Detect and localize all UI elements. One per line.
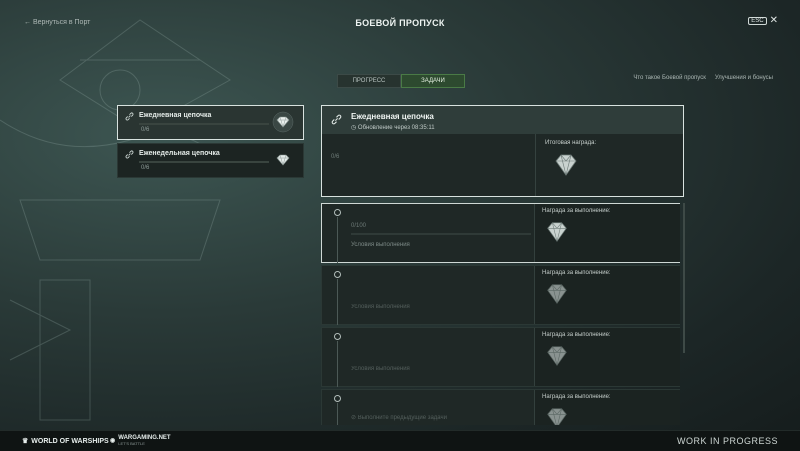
task-item[interactable]: Условия выполнения Награда за выполнение… (321, 327, 680, 387)
chain-progress: 0/6 (141, 165, 150, 171)
info-links: Что такое Боевой пропуск Улучшения и бон… (633, 75, 773, 81)
page-title: БОЕВОЙ ПРОПУСК (355, 18, 445, 28)
close-icon: ✕ (769, 15, 778, 26)
task-reward-label: Награда за выполнение: (542, 208, 611, 214)
upgrades-and-bonuses-link[interactable]: Улучшения и бонусы (715, 75, 773, 81)
task-reward: Награда за выполнение: (534, 328, 680, 386)
wargaming-logo: ◉ WARGAMING.NET LET'S BATTLE (110, 435, 171, 446)
wargaming-emblem-icon: ◉ (110, 438, 116, 444)
close-button[interactable]: ESC ✕ (748, 15, 778, 26)
chain-item-daily[interactable]: Ежедневная цепочка 0/6 (117, 105, 304, 140)
gem-icon[interactable] (552, 150, 580, 180)
link-icon (331, 114, 342, 128)
timeline-connector (337, 279, 338, 325)
task-item[interactable]: Условия выполнения Награда за выполнение… (321, 265, 680, 325)
task-status-dot (334, 271, 341, 278)
tab-bar: ПРОГРЕСС ЗАДАЧИ (337, 74, 465, 88)
chain-detail-title: Ежедневная цепочка (351, 112, 434, 121)
footer: ♛ WORLD OF WARSHIPS ◉ WARGAMING.NET LET'… (0, 430, 800, 451)
refresh-timer-text: Обновление через 08:35:11 (357, 125, 435, 131)
top-bar: ← Вернуться в Порт БОЕВОЙ ПРОПУСК ESC ✕ (0, 0, 800, 44)
task-progress: 0/100 (351, 223, 367, 229)
final-reward: Итоговая награда: (535, 134, 684, 196)
refresh-timer: ◷ Обновление через 08:35:11 (351, 124, 435, 131)
task-status-dot (334, 395, 341, 402)
gem-icon[interactable] (544, 280, 570, 308)
tab-progress[interactable]: ПРОГРЕСС (337, 74, 401, 88)
background-ship-art (0, 19, 231, 421)
tab-tasks[interactable]: ЗАДАЧИ (401, 74, 465, 88)
gem-icon[interactable] (544, 342, 570, 370)
chain-detail-header: Ежедневная цепочка ◷ Обновление через 08… (322, 106, 683, 134)
chain-progress-bar (139, 161, 269, 163)
final-reward-label: Итоговая награда: (545, 140, 597, 146)
chain-name: Еженедельная цепочка (139, 150, 220, 157)
task-condition: Условия выполнения (351, 242, 410, 248)
task-reward: Награда за выполнение: (534, 390, 680, 425)
task-progress-bar (351, 233, 531, 235)
timeline-connector (337, 341, 338, 387)
chain-name: Ежедневная цепочка (139, 112, 212, 119)
task-reward-label: Награда за выполнение: (542, 270, 611, 276)
lock-icon: ⊘ (351, 415, 358, 421)
clock-icon: ◷ (351, 125, 358, 131)
timeline-connector (337, 217, 338, 263)
chain-detail-progress: 0/6 (331, 154, 340, 160)
task-list: 0/100 Условия выполнения Награда за выпо… (321, 203, 681, 425)
chain-progress-bar (139, 123, 269, 125)
gem-icon (272, 111, 294, 133)
task-reward: Награда за выполнение: (534, 204, 680, 262)
task-condition-text: Выполните предыдущие задачи (357, 415, 447, 421)
gem-icon[interactable] (544, 218, 570, 246)
chain-detail-body: 0/6 Итоговая награда: (322, 134, 683, 196)
timeline-connector (337, 403, 338, 425)
game-logo-text: WORLD OF WARSHIPS (31, 437, 109, 445)
task-condition: Условия выполнения (351, 304, 410, 310)
esc-key-label: ESC (748, 17, 767, 25)
task-reward-label: Награда за выполнение: (542, 394, 611, 400)
chain-list: Ежедневная цепочка 0/6 Еженедельная цепо… (117, 105, 304, 181)
task-condition: ⊘ Выполните предыдущие задачи (351, 414, 447, 421)
work-in-progress-label: WORK IN PROGRESS (676, 436, 778, 446)
task-item[interactable]: 0/100 Условия выполнения Награда за выпо… (321, 203, 680, 263)
chain-progress: 0/6 (141, 127, 150, 133)
task-condition: Условия выполнения (351, 366, 410, 372)
task-status-dot (334, 333, 341, 340)
what-is-battle-pass-link[interactable]: Что такое Боевой пропуск (633, 75, 706, 81)
task-reward-label: Награда за выполнение: (542, 332, 611, 338)
chain-detail-panel: Ежедневная цепочка ◷ Обновление через 08… (321, 105, 684, 197)
gem-icon[interactable] (544, 404, 570, 425)
task-status-dot (334, 209, 341, 216)
chain-item-weekly[interactable]: Еженедельная цепочка 0/6 (117, 143, 304, 178)
link-icon (125, 150, 134, 161)
task-item[interactable]: ⊘ Выполните предыдущие задачи Награда за… (321, 389, 680, 425)
link-icon (125, 112, 134, 123)
task-list-scrollbar[interactable] (683, 203, 685, 353)
task-reward: Награда за выполнение: (534, 266, 680, 324)
wows-emblem-icon: ♛ (22, 438, 29, 445)
world-of-warships-logo: ♛ WORLD OF WARSHIPS (22, 437, 109, 446)
publisher-logo-subtext: LET'S BATTLE (118, 441, 145, 446)
gem-icon (276, 154, 290, 166)
